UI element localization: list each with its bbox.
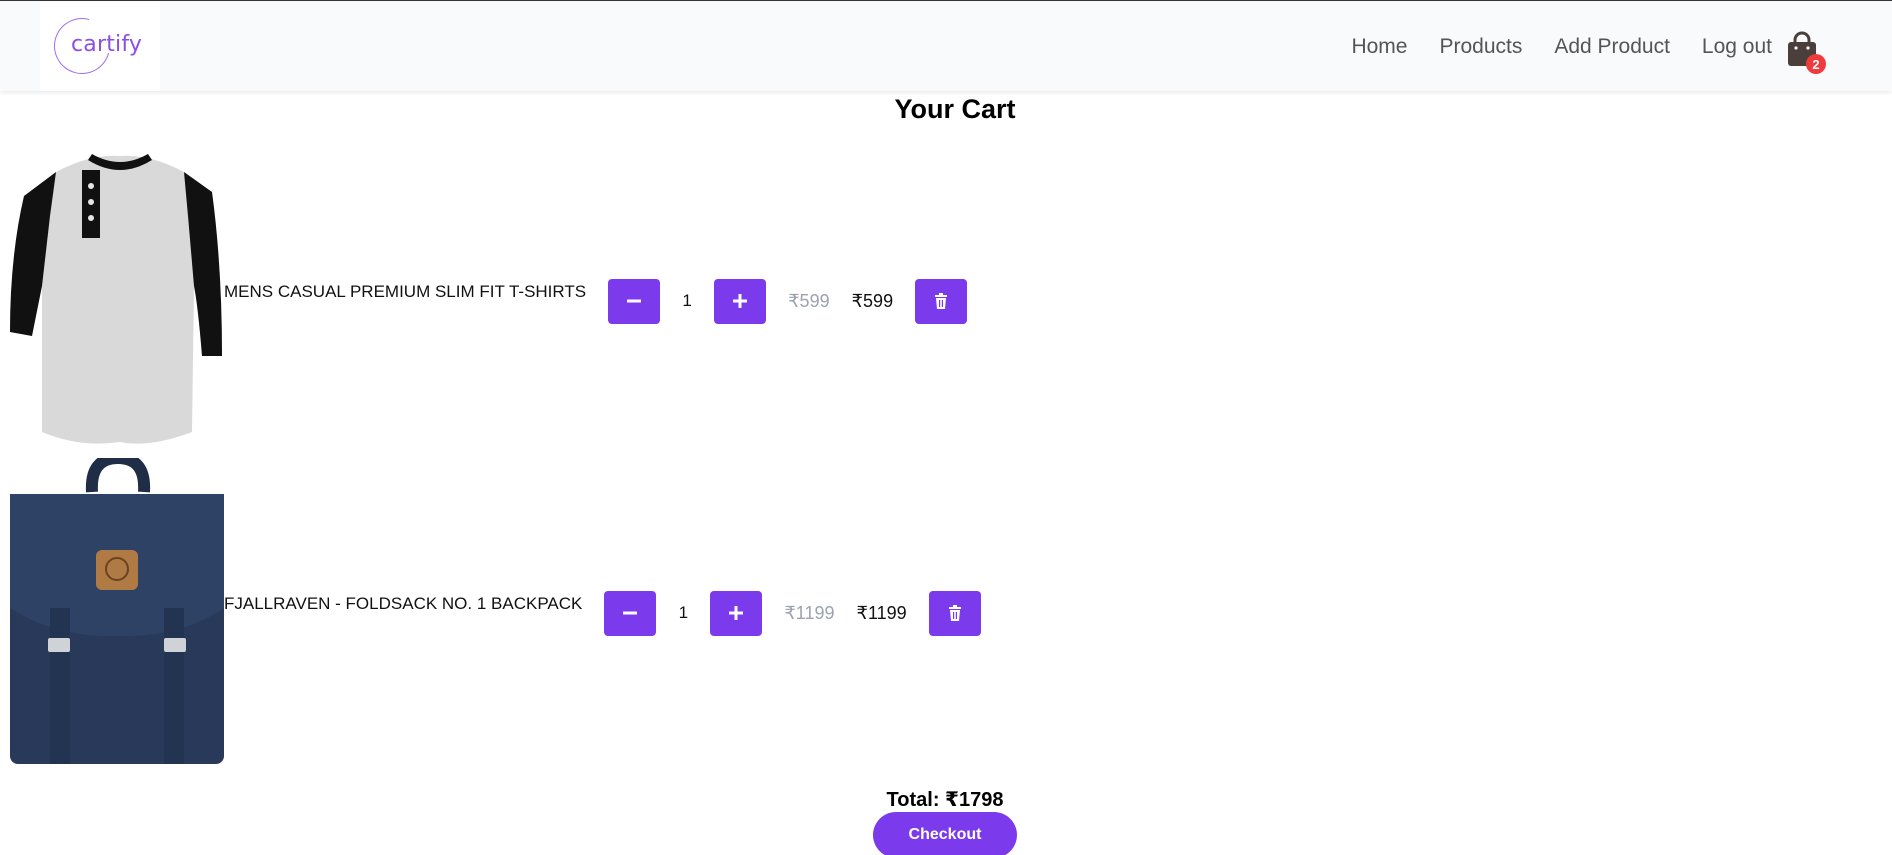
nav-products-link[interactable]: Products (1439, 35, 1522, 59)
increase-quantity-button[interactable] (714, 278, 767, 324)
plus-icon (729, 606, 744, 620)
decrease-quantity-button[interactable] (608, 278, 661, 324)
quantity-value: 1 (682, 291, 692, 310)
delete-item-button[interactable] (915, 278, 968, 324)
item-price: ₹599 (851, 290, 894, 311)
delete-item-button[interactable] (928, 590, 981, 636)
page-title: Your Cart (894, 94, 1016, 124)
checkout-button[interactable]: Checkout (873, 812, 1017, 855)
plus-icon (733, 294, 748, 308)
trash-icon (948, 605, 961, 621)
main-nav: Home Products Add Product Log out (1351, 35, 1772, 59)
trash-icon (935, 293, 948, 309)
cart-total: Total: ₹1798 (886, 789, 1004, 811)
cart-count-badge: 2 (1806, 54, 1826, 74)
product-name: MENS CASUAL PREMIUM SLIM FIT T-SHIRTS (224, 282, 587, 301)
product-name: FJALLRAVEN - FOLDSACK NO. 1 BACKPACK (224, 594, 583, 613)
cart-item: MENS CASUAL PREMIUM SLIM FIT T-SHIRTS 1 … (0, 146, 968, 456)
decrease-quantity-button[interactable] (604, 590, 657, 636)
nav-logout-link[interactable]: Log out (1702, 35, 1772, 59)
nav-home-link[interactable]: Home (1351, 35, 1407, 59)
top-navbar: cartify Home Products Add Product Log ou… (0, 0, 1892, 91)
minus-icon (623, 611, 638, 615)
tshirt-product-image (10, 154, 222, 444)
cart-item: FJALLRAVEN - FOLDSACK NO. 1 BACKPACK 1 ₹… (0, 458, 981, 768)
nav-add-product-link[interactable]: Add Product (1554, 35, 1670, 59)
item-price: ₹1199 (856, 602, 907, 623)
original-price: ₹599 (788, 290, 830, 311)
increase-quantity-button[interactable] (710, 590, 763, 636)
logo-text: cartify (71, 32, 143, 57)
quantity-value: 1 (678, 603, 689, 622)
logo[interactable]: cartify (40, 2, 160, 91)
backpack-product-image (10, 458, 224, 764)
original-price: ₹1199 (784, 602, 835, 623)
minus-icon (627, 299, 642, 303)
